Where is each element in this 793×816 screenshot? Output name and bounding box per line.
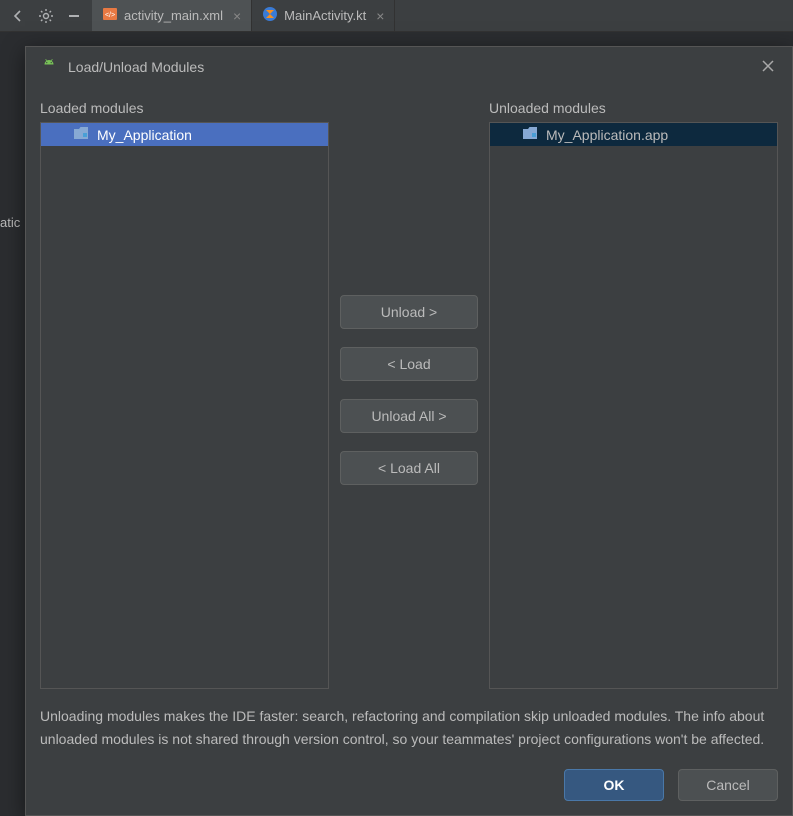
module-name: My_Application.app (546, 127, 668, 143)
ok-button[interactable]: OK (564, 769, 664, 801)
kotlin-file-icon (262, 6, 278, 25)
close-icon[interactable]: × (233, 8, 241, 24)
tab-activity-main[interactable]: </> activity_main.xml × (92, 0, 252, 31)
tab-label: activity_main.xml (124, 8, 223, 23)
minimize-icon[interactable] (60, 4, 88, 28)
loaded-modules-list[interactable]: My_Application (40, 122, 329, 689)
dialog-title: Load/Unload Modules (68, 59, 748, 75)
transfer-buttons: Unload > < Load Unload All > < Load All (329, 95, 489, 689)
info-text: Unloading modules makes the IDE faster: … (40, 689, 778, 751)
load-button[interactable]: < Load (340, 347, 478, 381)
dialog-header: Load/Unload Modules (26, 47, 792, 87)
unloaded-modules-column: Unloaded modules My_Application.app (489, 95, 778, 689)
side-panel-fragment: atic (0, 215, 20, 230)
load-all-button[interactable]: < Load All (340, 451, 478, 485)
unloaded-modules-label: Unloaded modules (489, 100, 778, 116)
folder-icon (73, 126, 89, 143)
top-toolbar: </> activity_main.xml × MainActivity.kt … (0, 0, 793, 32)
list-item[interactable]: My_Application.app (490, 123, 777, 146)
cancel-button[interactable]: Cancel (678, 769, 778, 801)
close-icon[interactable]: × (376, 8, 384, 24)
loaded-modules-column: Loaded modules My_Application (40, 95, 329, 689)
unload-button[interactable]: Unload > (340, 295, 478, 329)
module-name: My_Application (97, 127, 192, 143)
xml-file-icon: </> (102, 6, 118, 25)
android-icon (40, 57, 58, 78)
list-item[interactable]: My_Application (41, 123, 328, 146)
gear-icon[interactable] (32, 4, 60, 28)
load-unload-modules-dialog: Load/Unload Modules Loaded modules (25, 46, 793, 816)
folder-icon (522, 126, 538, 143)
svg-text:</>: </> (105, 12, 115, 19)
editor-tabs: </> activity_main.xml × MainActivity.kt … (92, 0, 395, 31)
tab-label: MainActivity.kt (284, 8, 366, 23)
unload-all-button[interactable]: Unload All > (340, 399, 478, 433)
back-icon[interactable] (4, 4, 32, 28)
tab-main-activity[interactable]: MainActivity.kt × (252, 0, 395, 31)
dialog-footer: OK Cancel (26, 751, 792, 815)
close-icon[interactable] (758, 57, 778, 77)
loaded-modules-label: Loaded modules (40, 100, 329, 116)
unloaded-modules-list[interactable]: My_Application.app (489, 122, 778, 689)
